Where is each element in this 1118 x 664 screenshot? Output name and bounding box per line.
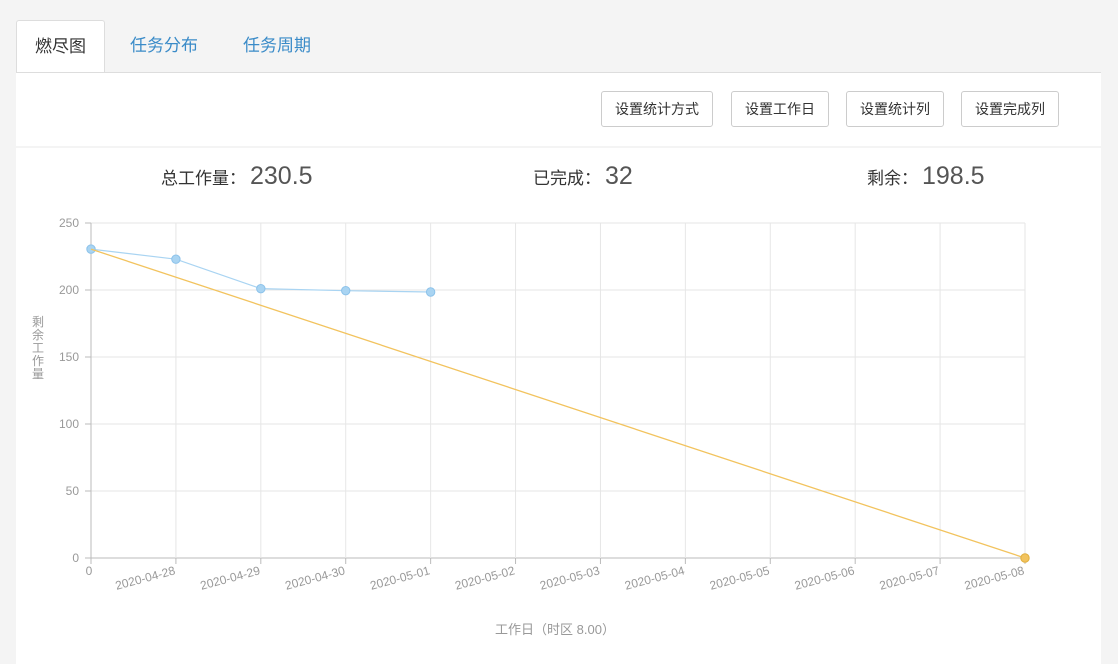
y-tick-label: 50 — [66, 484, 80, 498]
x-tick-label: 2020-05-08 — [963, 563, 1026, 592]
x-tick-label: 2020-04-29 — [199, 563, 262, 592]
burndown-chart: 0 50 100 150 200 250 0 2020-04-28 2020-04-29 2020… — [32, 216, 1030, 637]
actual-data-point — [425, 287, 436, 297]
y-tick-label: 250 — [59, 216, 79, 230]
y-tick-label: 200 — [59, 283, 79, 297]
x-tick-label: 2020-05-02 — [453, 563, 516, 592]
x-tick-label: 2020-05-07 — [878, 563, 941, 592]
x-tick-label: 2020-05-06 — [793, 563, 856, 592]
x-tick-label: 2020-05-03 — [538, 563, 601, 592]
ideal-series-line — [90, 248, 1026, 559]
y-tick-label: 150 — [59, 350, 79, 364]
y-tick-label: 0 — [72, 551, 79, 565]
x-tick-label: 2020-04-30 — [284, 563, 347, 592]
x-tick-label: 2020-04-28 — [114, 563, 177, 592]
actual-data-point — [171, 254, 181, 264]
ideal-data-point — [1020, 553, 1030, 563]
y-axis-label: 剩余工作量 — [32, 315, 44, 381]
x-tick-label: 2020-05-04 — [623, 563, 686, 592]
actual-data-point — [341, 285, 351, 296]
x-tick-label: 0 — [86, 564, 93, 578]
x-tick-label: 2020-05-05 — [708, 563, 771, 592]
y-tick-label: 100 — [59, 417, 79, 431]
x-tick-label: 2020-05-01 — [368, 563, 431, 592]
x-axis-label: 工作日（时区 8.00） — [495, 622, 615, 637]
actual-data-point — [256, 283, 266, 294]
